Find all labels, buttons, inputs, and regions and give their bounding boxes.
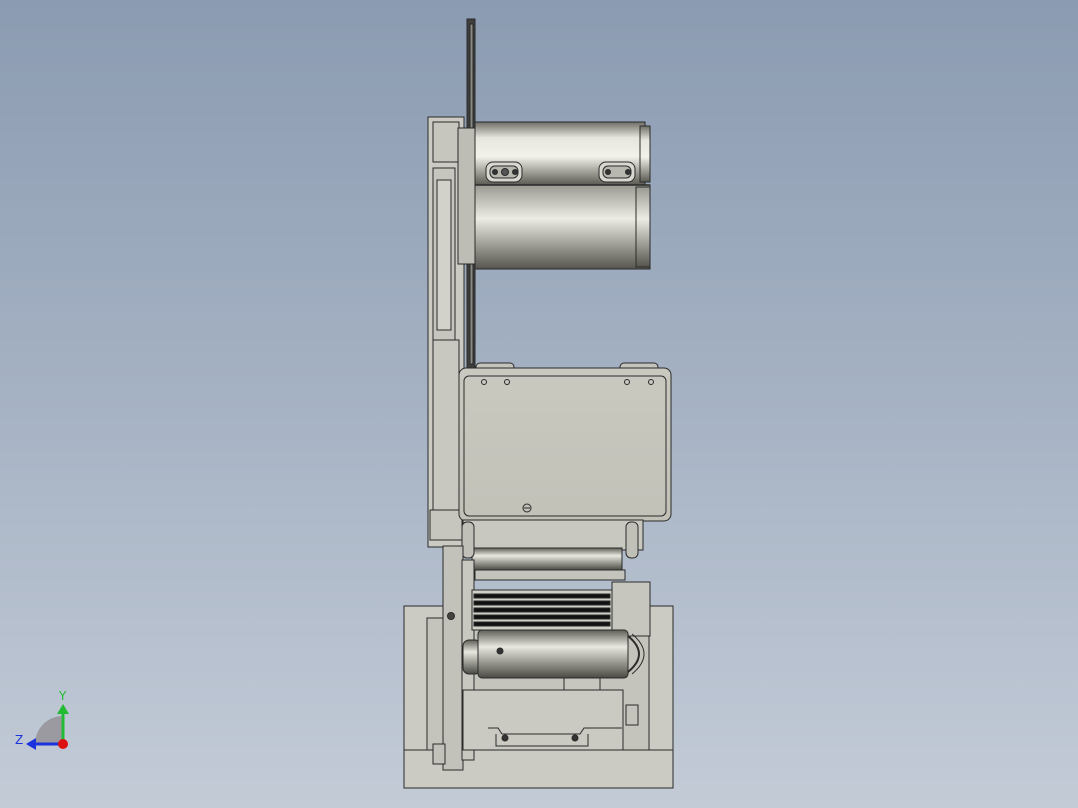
lower-roller	[462, 629, 645, 679]
motor-connector-right	[598, 161, 636, 183]
y-axis-label: Y	[58, 689, 67, 703]
model-viewport[interactable]: Y Z	[0, 0, 1078, 808]
motor-flange	[457, 127, 477, 265]
assembly-drawing	[403, 18, 674, 789]
y-axis-arrow	[57, 704, 69, 714]
motor-connector-left	[485, 161, 523, 183]
axis-triad: Y Z	[15, 689, 69, 750]
upper-roller	[471, 547, 623, 571]
heat-sink	[471, 589, 613, 631]
upper-roller-frame	[462, 519, 644, 551]
cover-panel	[458, 362, 672, 522]
z-axis-label: Z	[15, 733, 23, 747]
motor-body-bottom	[474, 184, 651, 270]
left-bracket	[442, 545, 464, 771]
x-axis-dot	[58, 739, 68, 749]
z-axis-arrow	[26, 738, 36, 750]
triad-quadrant	[35, 716, 63, 744]
